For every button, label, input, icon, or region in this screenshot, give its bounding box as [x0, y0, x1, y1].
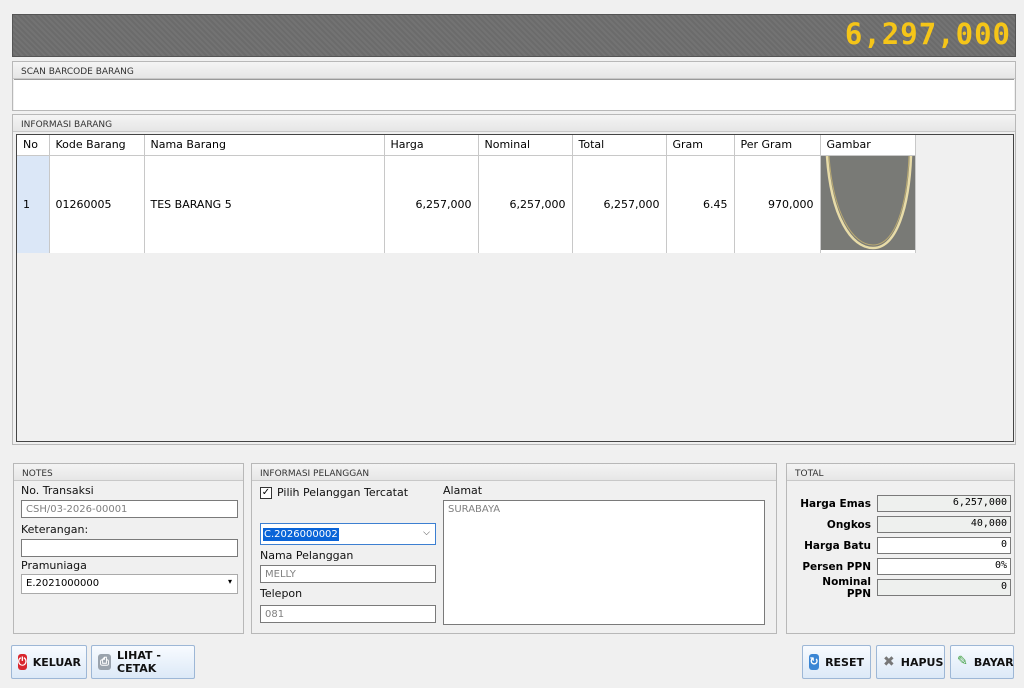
nama-pelanggan-label: Nama Pelanggan — [260, 549, 354, 562]
total-title: TOTAL — [787, 464, 1014, 481]
printer-icon: ⎙ — [98, 654, 112, 670]
no-transaksi-field[interactable] — [21, 500, 238, 518]
cell-per-gram[interactable]: 970,000 — [734, 155, 821, 253]
total-row-harga-batu: Harga Batu 0 — [787, 535, 1011, 556]
table-header-row: No Kode Barang Nama Barang Harga Nominal… — [17, 135, 916, 156]
bayar-button[interactable]: ✎ BAYAR — [950, 645, 1014, 679]
total-group: TOTAL Harga Emas 6,257,000 Ongkos 40,000… — [786, 463, 1015, 634]
nominal-ppn-value[interactable]: 0 — [877, 579, 1011, 596]
nominal-ppn-label: Nominal PPN — [822, 575, 871, 600]
lihat-cetak-button[interactable]: ⎙ LIHAT - CETAK — [91, 645, 195, 679]
col-total[interactable]: Total — [572, 135, 667, 156]
dropdown-arrow-icon: ▾ — [227, 577, 232, 586]
informasi-pelanggan-group: INFORMASI PELANGGAN ✓ Pilih Pelanggan Te… — [251, 463, 777, 634]
informasi-barang-title: INFORMASI BARANG — [13, 115, 1015, 132]
keluar-button[interactable]: ⏻ KELUAR — [11, 645, 87, 679]
persen-ppn-label: Persen PPN — [802, 560, 871, 573]
pilih-pelanggan-label: Pilih Pelanggan Tercatat — [277, 486, 409, 499]
nama-pelanggan-field[interactable] — [260, 565, 436, 583]
pramuniaga-label: Pramuniaga — [21, 559, 87, 572]
pilih-pelanggan-checkbox[interactable]: ✓ Pilih Pelanggan Tercatat — [260, 486, 408, 499]
alamat-textarea[interactable]: SURABAYA — [443, 500, 765, 625]
money-icon: ✎ — [957, 654, 968, 669]
col-per-gram[interactable]: Per Gram — [734, 135, 821, 156]
items-table: No Kode Barang Nama Barang Harga Nominal… — [17, 135, 916, 253]
hapus-label: HAPUS — [900, 655, 944, 669]
keluar-label: KELUAR — [32, 655, 81, 669]
col-gram[interactable]: Gram — [666, 135, 735, 156]
reset-button[interactable]: ↻ RESET — [802, 645, 871, 679]
total-row-harga-emas: Harga Emas 6,257,000 — [787, 493, 1011, 514]
col-no[interactable]: No — [17, 135, 50, 156]
cell-kode-barang[interactable]: 01260005 — [49, 155, 145, 253]
telepon-label: Telepon — [260, 587, 303, 600]
harga-emas-label: Harga Emas — [800, 497, 871, 510]
keterangan-label: Keterangan: — [21, 523, 89, 536]
cell-gambar[interactable] — [820, 155, 916, 253]
col-nama-barang[interactable]: Nama Barang — [144, 135, 385, 156]
scan-barcode-input[interactable] — [14, 79, 1014, 110]
pramuniaga-select[interactable]: E.2021000000 ▾ — [21, 574, 238, 594]
col-kode-barang[interactable]: Kode Barang — [49, 135, 145, 156]
total-list: Harga Emas 6,257,000 Ongkos 40,000 Harga… — [787, 493, 1011, 600]
kode-pelanggan-select[interactable]: C.2026000002 ⌵ — [260, 523, 436, 545]
keterangan-field[interactable] — [21, 539, 238, 557]
harga-batu-value[interactable]: 0 — [877, 537, 1011, 554]
items-grid[interactable]: No Kode Barang Nama Barang Harga Nominal… — [16, 134, 1014, 442]
cell-harga[interactable]: 6,257,000 — [384, 155, 479, 253]
scan-barcode-group: SCAN BARCODE BARANG — [12, 61, 1016, 111]
refresh-icon: ↻ — [809, 654, 820, 670]
bayar-label: BAYAR — [973, 655, 1014, 669]
col-nominal[interactable]: Nominal — [478, 135, 573, 156]
col-gambar[interactable]: Gambar — [820, 135, 916, 156]
alamat-label: Alamat — [443, 484, 483, 497]
cell-no[interactable]: 1 — [17, 155, 50, 253]
total-row-nominal-ppn: Nominal PPN 0 — [787, 575, 1011, 600]
gold-necklace-image — [820, 155, 915, 250]
grand-total: 6,297,000 — [844, 17, 1011, 51]
no-transaksi-label: No. Transaksi — [21, 484, 94, 497]
lihat-cetak-label: LIHAT - CETAK — [117, 649, 161, 675]
checkbox-check-icon[interactable]: ✓ — [260, 486, 272, 499]
col-harga[interactable]: Harga — [384, 135, 479, 156]
cell-gram[interactable]: 6.45 — [666, 155, 735, 253]
ongkos-label: Ongkos — [826, 518, 871, 531]
reset-label: RESET — [825, 655, 864, 669]
close-icon: ✖ — [883, 654, 895, 670]
total-row-ongkos: Ongkos 40,000 — [787, 514, 1011, 535]
scan-barcode-title: SCAN BARCODE BARANG — [13, 62, 1015, 79]
notes-group: NOTES No. Transaksi Keterangan: Pramunia… — [13, 463, 244, 634]
harga-batu-label: Harga Batu — [804, 539, 871, 552]
informasi-pelanggan-title: INFORMASI PELANGGAN — [252, 464, 776, 481]
cell-total[interactable]: 6,257,000 — [572, 155, 667, 253]
notes-title: NOTES — [14, 464, 243, 481]
harga-emas-value[interactable]: 6,257,000 — [877, 495, 1011, 512]
informasi-barang-group: INFORMASI BARANG No Kode Barang Nama Bar… — [12, 114, 1016, 445]
kode-pelanggan-value: C.2026000002 — [263, 528, 339, 541]
total-row-persen-ppn: Persen PPN 0% — [787, 556, 1011, 577]
persen-ppn-value[interactable]: 0% — [877, 558, 1011, 575]
ongkos-value[interactable]: 40,000 — [877, 516, 1011, 533]
power-icon: ⏻ — [18, 654, 27, 670]
grand-total-header: 6,297,000 — [12, 14, 1016, 57]
telepon-field[interactable] — [260, 605, 436, 623]
cell-nominal[interactable]: 6,257,000 — [478, 155, 573, 253]
pramuniaga-value: E.2021000000 — [26, 578, 100, 589]
hapus-button[interactable]: ✖ HAPUS — [876, 645, 945, 679]
cell-nama-barang[interactable]: TES BARANG 5 — [144, 155, 385, 253]
table-row[interactable]: 1 01260005 TES BARANG 5 6,257,000 6,257,… — [17, 155, 916, 253]
chevron-down-icon: ⌵ — [423, 528, 430, 538]
